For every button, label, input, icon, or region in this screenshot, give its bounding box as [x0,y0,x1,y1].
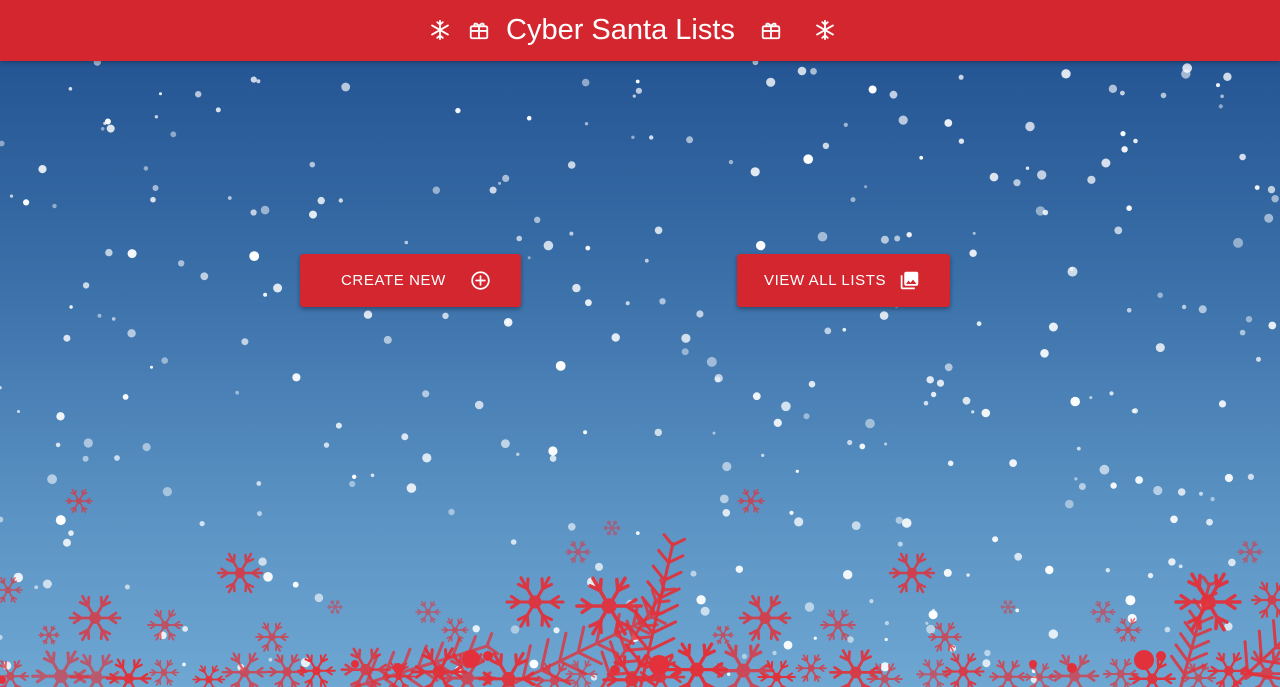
red-snowflake [565,540,591,564]
red-snowflake [738,594,792,642]
red-snowflake [712,643,775,687]
red-snowflake [297,653,336,687]
view-all-lists-label: VIEW ALL LISTS [764,272,887,289]
create-new-label: CREATE NEW [341,272,446,289]
red-berry [351,660,359,668]
photo-library-icon [900,271,919,290]
red-snowflake [1090,600,1116,624]
gift-icon [469,22,489,40]
red-snowflake [829,649,883,687]
red-snowflake [69,653,124,687]
red-snowflake [0,577,23,603]
red-snowflake [1237,540,1263,564]
red-snowflake [221,652,268,687]
page-title: Cyber Santa Lists [506,14,735,46]
red-snowflake [327,600,343,614]
create-new-button[interactable]: CREATE NEW [300,254,521,307]
red-snowflake [68,594,122,642]
red-snowflake [942,652,985,687]
red-snowflake [216,552,264,594]
red-berry [1156,651,1166,661]
red-berry [462,650,480,668]
red-berry [393,663,403,673]
red-snowflake [757,660,796,687]
app-root: Cyber Santa Lists CREATE NEW VIEW ALL LI… [0,0,1280,687]
red-snowflake [505,576,565,628]
gift-icon [761,22,781,40]
red-berry [483,651,493,661]
red-berry [1134,650,1154,670]
add-circle-icon [471,271,490,290]
snowflake-icon [816,19,834,41]
red-snowflake [38,625,60,645]
red-snowflake [1250,581,1280,619]
red-snowflake [916,659,951,687]
red-berry [1029,660,1037,668]
red-snowflake [192,665,226,687]
red-snowflake [1114,617,1142,643]
red-snowflake [820,609,856,641]
snowflake-icon [431,19,449,41]
red-snowflake [105,658,152,687]
red-snowflake [1207,652,1251,687]
red-snowflake [147,609,183,641]
snowflake-decoration [0,488,1280,687]
red-snowflake [712,625,734,645]
red-snowflake [148,659,179,686]
red-snowflake [65,488,93,514]
red-snowflake [255,622,289,652]
red-fern-branch [1231,619,1280,687]
red-snowflake [795,654,827,683]
red-snowflake [737,488,765,514]
red-berry [649,655,669,675]
red-snowflake [415,600,441,624]
red-snowflake [888,552,936,594]
red-snowflake [31,650,91,687]
red-snowflake [441,617,469,643]
red-snowflake [340,647,391,687]
red-snowflake [928,622,962,652]
red-berry [610,665,620,675]
red-snowflake [603,520,621,536]
red-snowflake [1000,600,1016,614]
red-snowflake [988,659,1028,687]
red-berry [1067,663,1077,673]
view-all-lists-button[interactable]: VIEW ALL LISTS [737,254,950,307]
app-header: Cyber Santa Lists [0,0,1280,61]
